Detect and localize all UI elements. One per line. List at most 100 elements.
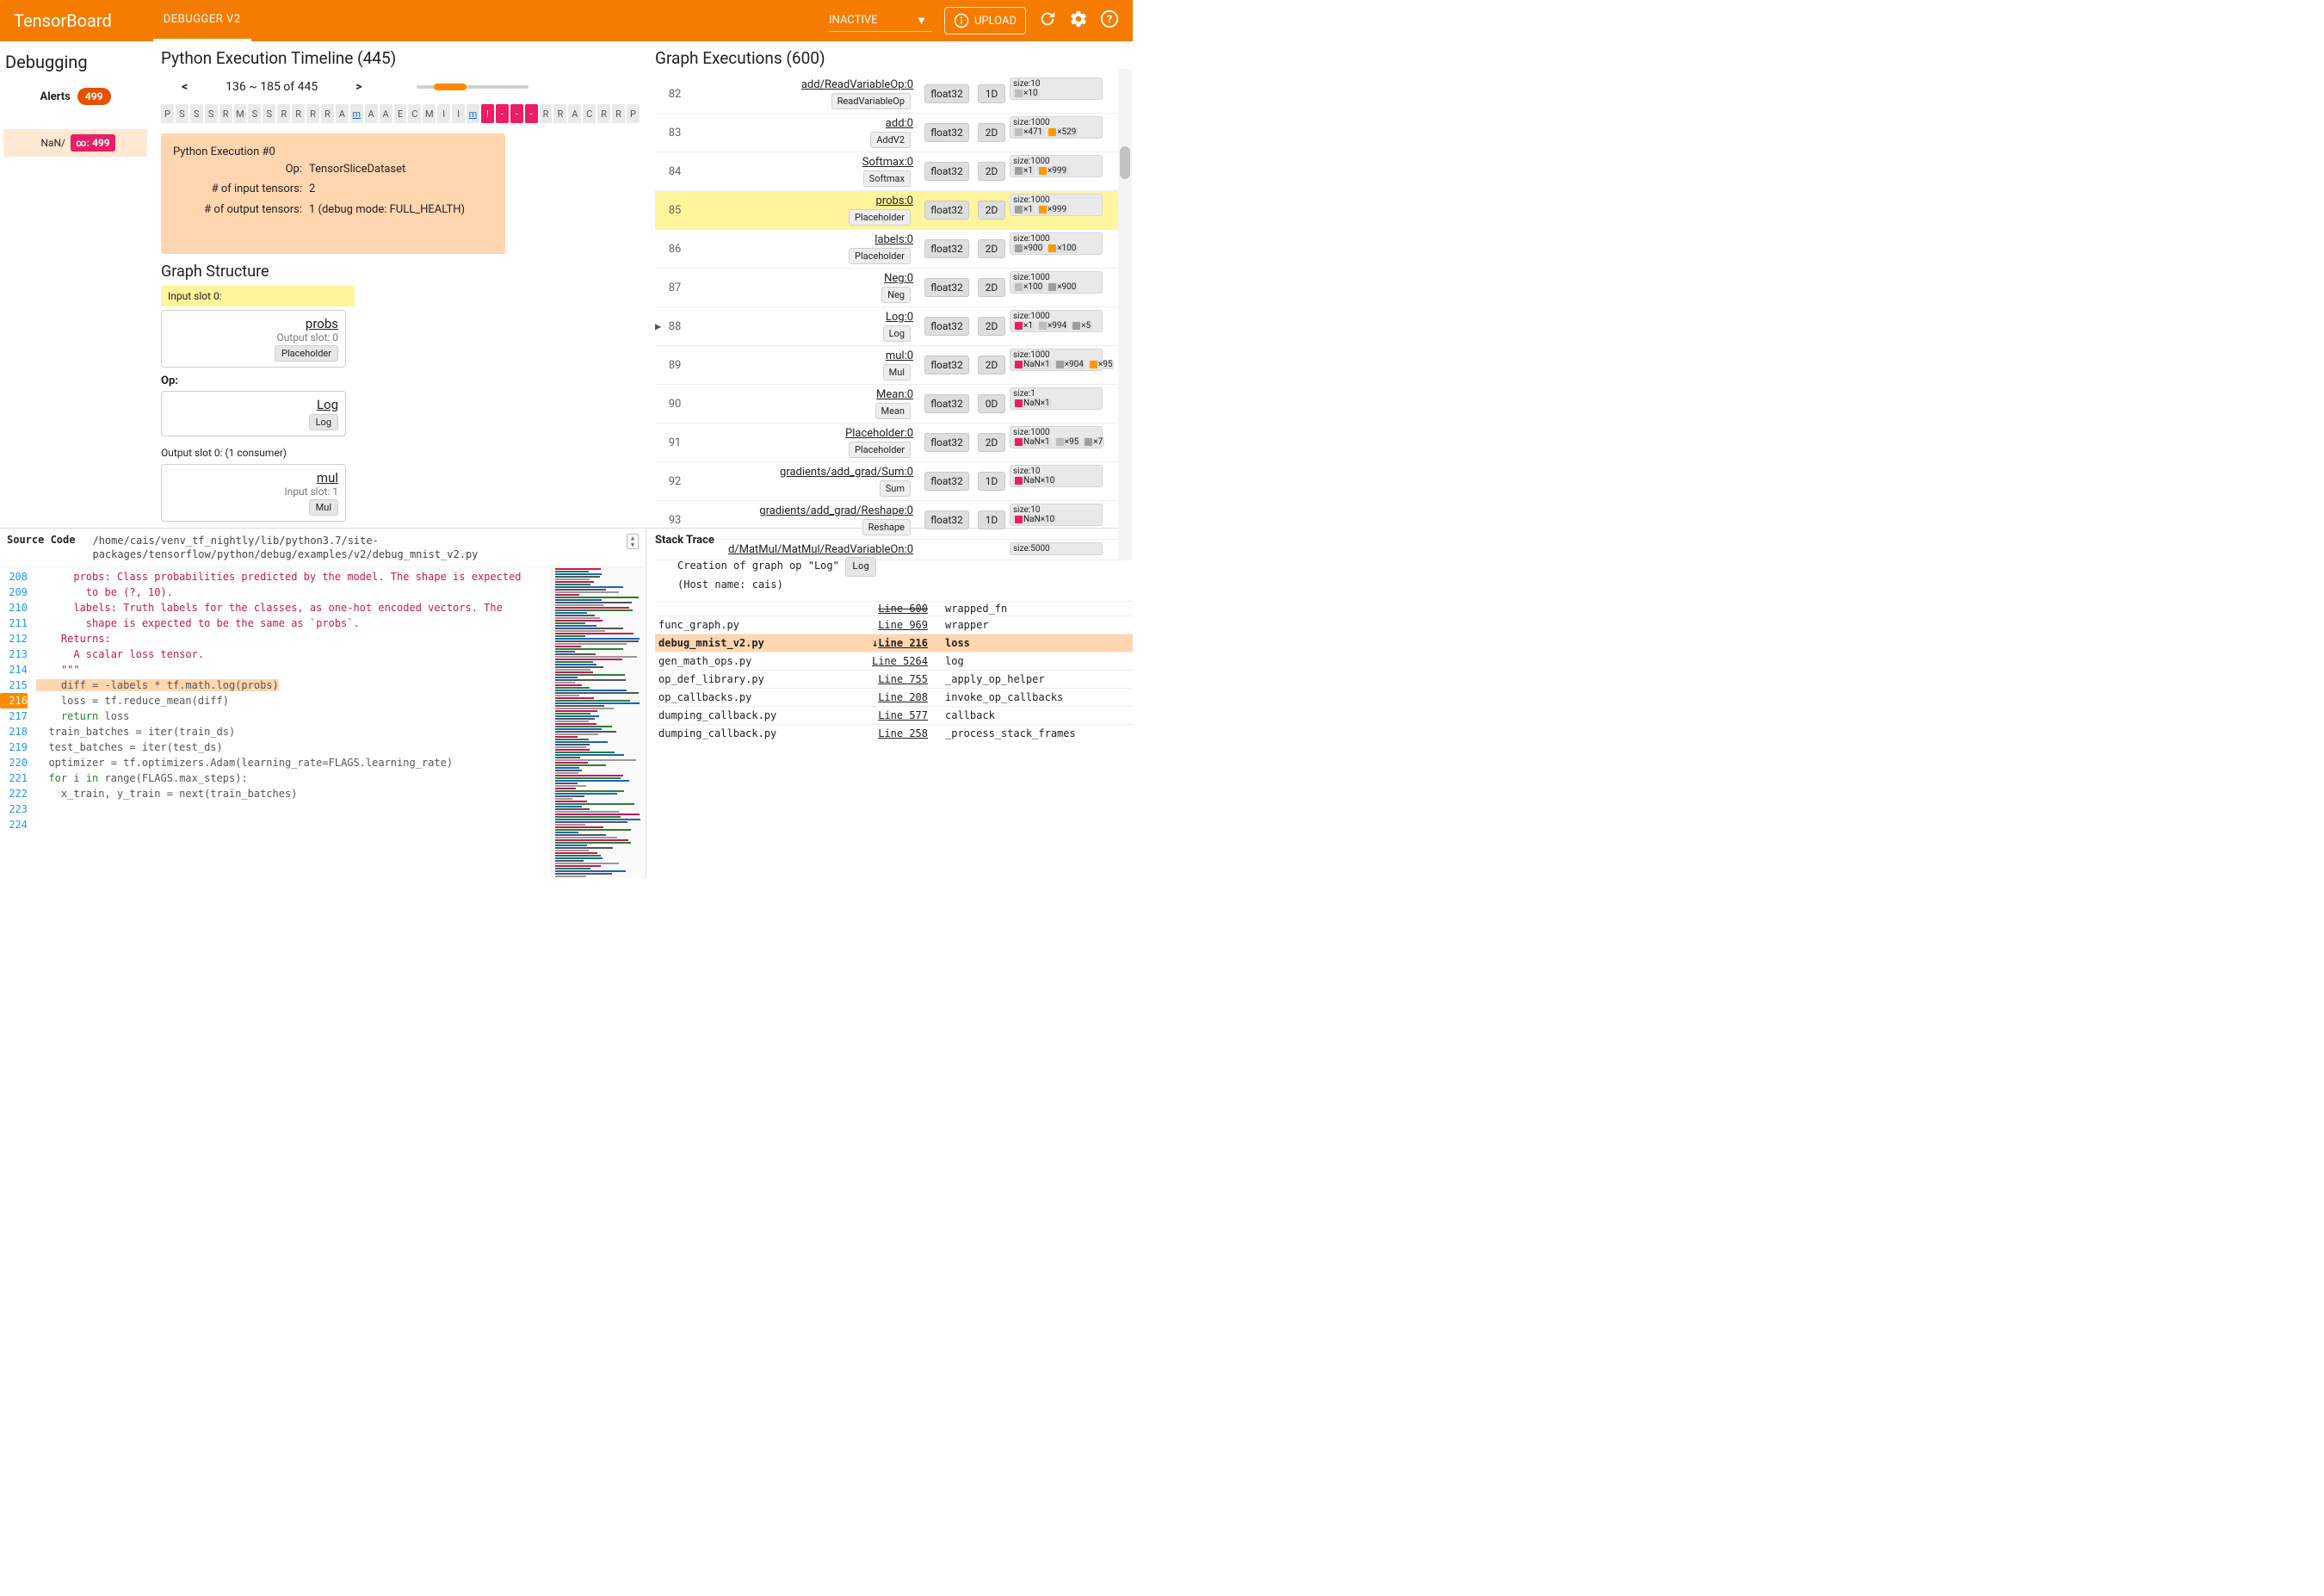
graph-exec-row[interactable]: 90Mean:0Meanfloat320Dsize:1NaN×1 xyxy=(655,385,1127,424)
exec-cell[interactable]: A xyxy=(365,104,378,123)
code-line[interactable]: for i in range(FLAGS.max_steps): xyxy=(36,770,551,786)
frame-line[interactable]: ↓Line 216 xyxy=(849,637,935,649)
graph-exec-row[interactable]: 85probs:0Placeholderfloat322Dsize:1000×1… xyxy=(655,191,1127,230)
op-name[interactable]: Mean:0 xyxy=(700,388,913,401)
op-node[interactable]: Log Log xyxy=(161,391,346,436)
exec-cell[interactable]: R xyxy=(306,104,319,123)
stack-frame[interactable]: gen_math_ops.pyLine 5264log xyxy=(655,652,1133,670)
op-name[interactable]: Softmax:0 xyxy=(700,156,913,169)
exec-cell[interactable]: R xyxy=(292,104,305,123)
output-node[interactable]: mul Input slot: 1 Mul xyxy=(161,464,346,522)
op-name[interactable]: Log:0 xyxy=(700,311,913,324)
op-name[interactable]: mul:0 xyxy=(700,350,913,362)
exec-cell[interactable]: C xyxy=(408,104,421,123)
exec-cell[interactable]: P xyxy=(161,104,174,123)
refresh-icon[interactable] xyxy=(1038,9,1057,32)
slider-thumb[interactable] xyxy=(434,84,467,90)
code-line[interactable]: test_batches = iter(test_ds) xyxy=(36,739,551,755)
stack-frame[interactable]: debug_mnist_v2.py↓Line 216loss xyxy=(655,634,1133,652)
graph-exec-scrollbar[interactable] xyxy=(1118,69,1132,560)
page-prev-button[interactable]: < xyxy=(182,80,188,94)
exec-cell[interactable]: R xyxy=(277,104,290,123)
exec-cell[interactable]: S xyxy=(248,104,261,123)
stack-frame[interactable]: Line 600wrapped_fn xyxy=(655,601,1133,616)
stack-frame[interactable]: dumping_callback.pyLine 577callback xyxy=(655,706,1133,724)
chevron-up-icon[interactable]: ▲ xyxy=(627,535,638,541)
code-line[interactable]: """ xyxy=(36,662,551,677)
op-name[interactable]: Neg:0 xyxy=(700,272,913,285)
code-line[interactable]: shape is expected to be the same as `pro… xyxy=(36,616,551,631)
op-name[interactable]: gradients/add_grad/Sum:0 xyxy=(700,466,913,479)
exec-cell[interactable]: A xyxy=(568,104,581,123)
code-line[interactable]: x_train, y_train = next(train_batches) xyxy=(36,786,551,801)
op-name[interactable]: add/ReadVariableOp:0 xyxy=(700,78,913,91)
input-node[interactable]: probs Output slot: 0 Placeholder xyxy=(161,310,346,368)
op-name[interactable]: gradients/add_grad/Reshape:0 xyxy=(700,504,913,517)
stack-frame[interactable]: dumping_callback.pyLine 258_process_stac… xyxy=(655,724,1133,742)
exec-cell[interactable]: E xyxy=(394,104,407,123)
exec-cell[interactable]: M xyxy=(234,104,247,123)
frame-line[interactable]: Line 577 xyxy=(849,709,935,721)
tab-debugger[interactable]: DEBUGGER V2 xyxy=(153,0,251,41)
exec-cell[interactable]: - xyxy=(496,104,509,123)
frame-line[interactable]: Line 755 xyxy=(849,673,935,685)
graph-exec-row[interactable]: ▶88Log:0Logfloat322Dsize:1000×1 ×994 ×5 xyxy=(655,307,1127,346)
op-name[interactable]: add:0 xyxy=(700,117,913,130)
code-line[interactable]: probs: Class probabilities predicted by … xyxy=(36,569,551,585)
scrollbar-thumb[interactable] xyxy=(1120,146,1130,179)
exec-cell[interactable]: C xyxy=(583,104,596,123)
exec-cell[interactable]: R xyxy=(597,104,610,123)
code-body[interactable]: probs: Class probabilities predicted by … xyxy=(33,567,551,878)
help-icon[interactable]: ? xyxy=(1100,9,1119,32)
exec-cell[interactable]: M xyxy=(423,104,436,123)
graph-exec-row[interactable]: 91Placeholder:0Placeholderfloat322Dsize:… xyxy=(655,424,1127,462)
exec-cell[interactable]: m xyxy=(350,104,363,123)
exec-cell[interactable]: S xyxy=(263,104,275,123)
run-dropdown[interactable]: INACTIVE ▼ xyxy=(829,10,932,32)
exec-cell[interactable]: - xyxy=(510,104,523,123)
exec-cell[interactable]: ! xyxy=(481,104,494,123)
code-line[interactable]: A scalar loss tensor. xyxy=(36,646,551,662)
timeline-slider[interactable] xyxy=(417,85,528,89)
stack-frame[interactable]: op_callbacks.pyLine 208invoke_op_callbac… xyxy=(655,688,1133,706)
exec-cell[interactable]: S xyxy=(176,104,189,123)
graph-exec-row[interactable]: 87Neg:0Negfloat322Dsize:1000×100 ×900 xyxy=(655,269,1127,307)
exec-cell[interactable]: A xyxy=(336,104,349,123)
upload-button[interactable]: UPLOAD xyxy=(944,7,1026,34)
stack-frame[interactable]: op_def_library.pyLine 755_apply_op_helpe… xyxy=(655,670,1133,688)
exec-cell[interactable]: A xyxy=(380,104,392,123)
exec-cell[interactable]: R xyxy=(553,104,566,123)
code-line[interactable]: train_batches = iter(train_ds) xyxy=(36,724,551,739)
exec-cell[interactable]: R xyxy=(612,104,625,123)
code-line[interactable]: to be (?, 10). xyxy=(36,585,551,600)
exec-cell[interactable]: P xyxy=(627,104,640,123)
exec-cell[interactable]: R xyxy=(540,104,553,123)
code-line[interactable]: Returns: xyxy=(36,631,551,646)
graph-exec-row[interactable]: 86labels:0Placeholderfloat322Dsize:1000×… xyxy=(655,230,1127,269)
graph-exec-row[interactable]: 92gradients/add_grad/Sum:0Sumfloat321Dsi… xyxy=(655,462,1127,501)
code-line[interactable]: loss = tf.reduce_mean(diff) xyxy=(36,693,551,708)
op-name[interactable]: labels:0 xyxy=(700,233,913,246)
exec-cell[interactable]: I xyxy=(437,104,450,123)
frame-line[interactable]: Line 600 xyxy=(849,603,935,615)
page-next-button[interactable]: > xyxy=(355,80,362,94)
code-line[interactable]: optimizer = tf.optimizers.Adam(learning_… xyxy=(36,755,551,770)
frame-line[interactable]: Line 5264 xyxy=(849,655,935,667)
op-name[interactable]: probs:0 xyxy=(700,195,913,207)
exec-cell[interactable]: - xyxy=(525,104,538,123)
code-minimap[interactable] xyxy=(551,567,646,878)
graph-exec-row[interactable]: 82add/ReadVariableOp:0ReadVariableOpfloa… xyxy=(655,75,1127,114)
code-line[interactable]: diff = -labels * tf.math.log(probs) xyxy=(36,677,551,693)
exec-cell[interactable]: R xyxy=(219,104,232,123)
exec-cell[interactable]: I xyxy=(452,104,465,123)
graph-exec-row[interactable]: 89mul:0Mulfloat322Dsize:1000NaN×1 ×904 ×… xyxy=(655,346,1127,385)
code-line[interactable]: return loss xyxy=(36,708,551,724)
source-file-stepper[interactable]: ▲▼ xyxy=(627,534,639,549)
exec-cell[interactable]: S xyxy=(190,104,203,123)
graph-exec-row[interactable]: 83add:0AddV2float322Dsize:1000×471 ×529 xyxy=(655,114,1127,152)
chevron-down-icon[interactable]: ▼ xyxy=(627,541,638,548)
exec-cell[interactable]: S xyxy=(205,104,218,123)
frame-line[interactable]: Line 969 xyxy=(849,619,935,631)
frame-line[interactable]: Line 258 xyxy=(849,727,935,739)
exec-cell[interactable]: R xyxy=(321,104,334,123)
